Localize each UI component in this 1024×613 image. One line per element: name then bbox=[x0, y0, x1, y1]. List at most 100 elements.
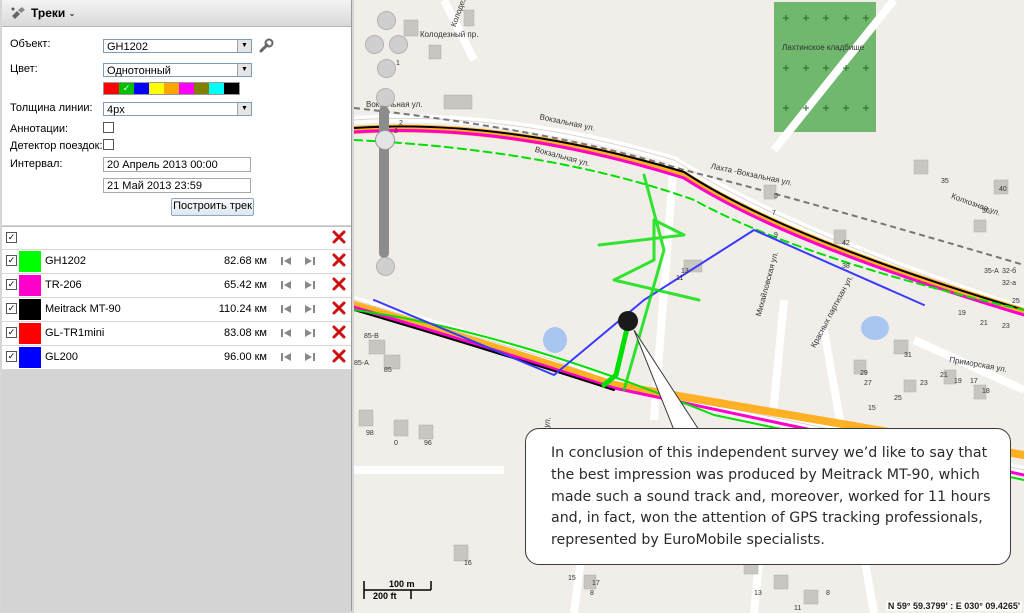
house-number: 18 bbox=[982, 388, 990, 395]
house-number: 7 bbox=[772, 210, 776, 217]
skip-forward-icon[interactable] bbox=[304, 352, 316, 362]
line-width-value: 4px bbox=[107, 104, 125, 116]
track-endpoint-marker[interactable] bbox=[618, 311, 638, 331]
track-list-header: ✓ bbox=[2, 227, 351, 250]
trip-detector-checkbox[interactable] bbox=[103, 139, 114, 150]
zoom-slider-handle[interactable] bbox=[375, 130, 395, 150]
palette-swatch[interactable] bbox=[149, 83, 164, 94]
house-number: 25 bbox=[894, 395, 902, 402]
track-checkbox[interactable]: ✓ bbox=[6, 279, 17, 290]
track-color-swatch[interactable] bbox=[19, 275, 41, 296]
palette-swatch[interactable] bbox=[104, 83, 119, 94]
house-number: 8 bbox=[590, 590, 594, 597]
build-track-button[interactable]: Построить трек bbox=[171, 198, 254, 216]
track-row[interactable]: ✓ GH1202 82.68 км bbox=[2, 250, 351, 274]
panel-title: Треки bbox=[31, 6, 66, 20]
track-row[interactable]: ✓ TR-206 65.42 км bbox=[2, 274, 351, 298]
delete-icon[interactable] bbox=[332, 253, 346, 267]
house-number: 2 bbox=[399, 120, 403, 127]
house-number: 8 bbox=[826, 590, 830, 597]
delete-icon[interactable] bbox=[332, 349, 346, 363]
delete-icon[interactable] bbox=[332, 277, 346, 291]
skip-back-icon[interactable] bbox=[280, 256, 292, 266]
palette-swatch[interactable] bbox=[134, 83, 149, 94]
skip-back-icon[interactable] bbox=[280, 328, 292, 338]
house-number: 13 bbox=[754, 590, 762, 597]
track-row[interactable]: ✓ Meitrack MT-90 110.24 км bbox=[2, 298, 351, 322]
house-number: 31 bbox=[904, 352, 912, 359]
skip-forward-icon[interactable] bbox=[304, 256, 316, 266]
delete-icon[interactable] bbox=[332, 301, 346, 315]
line-width-label: Толщина линии: bbox=[10, 102, 93, 114]
select-all-checkbox[interactable]: ✓ bbox=[6, 232, 17, 243]
skip-forward-icon[interactable] bbox=[304, 328, 316, 338]
pan-up-icon[interactable] bbox=[377, 11, 396, 30]
delete-all-icon[interactable] bbox=[332, 230, 346, 244]
object-select[interactable]: GH1202 ▼ bbox=[103, 39, 252, 53]
house-number: 21 bbox=[980, 320, 988, 327]
track-checkbox[interactable]: ✓ bbox=[6, 351, 17, 362]
palette-swatch[interactable] bbox=[209, 83, 224, 94]
palette-swatch[interactable] bbox=[224, 83, 239, 94]
panel-header[interactable]: Треки ⌄ bbox=[2, 0, 351, 27]
house-number: 36 bbox=[982, 208, 990, 215]
skip-forward-icon[interactable] bbox=[304, 304, 316, 314]
pan-down-icon[interactable] bbox=[377, 59, 396, 78]
track-color-swatch[interactable] bbox=[19, 347, 41, 368]
callout-box: In conclusion of this independent survey… bbox=[525, 428, 1011, 565]
house-number: 96 bbox=[424, 440, 432, 447]
pan-right-icon[interactable] bbox=[389, 35, 408, 54]
trip-detector-label: Детектор поездок: bbox=[10, 140, 103, 152]
color-palette: ✓ bbox=[103, 82, 240, 95]
track-color-swatch[interactable] bbox=[19, 251, 41, 272]
house-number: 11 bbox=[676, 275, 684, 282]
date-from-field[interactable]: 20 Апрель 2013 00:00 bbox=[103, 157, 251, 172]
track-checkbox[interactable]: ✓ bbox=[6, 255, 17, 266]
house-number: 13 bbox=[681, 268, 689, 275]
house-number: 16 bbox=[464, 560, 472, 567]
house-number: 21 bbox=[940, 372, 948, 379]
skip-forward-icon[interactable] bbox=[304, 280, 316, 290]
house-number: 2 bbox=[394, 128, 398, 135]
track-settings-form: Объект: GH1202 ▼ Цвет: Однотонный ▼ ✓ То… bbox=[2, 27, 351, 225]
skip-back-icon[interactable] bbox=[280, 280, 292, 290]
house-number: 9 bbox=[774, 232, 778, 239]
house-number: 19 bbox=[954, 378, 962, 385]
chevron-down-icon[interactable]: ⌄ bbox=[68, 8, 76, 19]
chevron-down-icon[interactable]: ▼ bbox=[237, 103, 251, 115]
chevron-down-icon[interactable]: ▼ bbox=[237, 64, 251, 76]
scale-imperial: 200 ft bbox=[373, 591, 397, 601]
street-label: Колодезный пр. bbox=[420, 30, 479, 39]
color-mode-select[interactable]: Однотонный ▼ bbox=[103, 63, 252, 77]
cemetery-area bbox=[774, 2, 876, 132]
house-number: 32-а bbox=[1002, 280, 1017, 287]
track-checkbox[interactable]: ✓ bbox=[6, 303, 17, 314]
chevron-down-icon[interactable]: ▼ bbox=[237, 40, 251, 52]
wrench-icon[interactable] bbox=[258, 38, 274, 54]
zoom-out-icon[interactable] bbox=[376, 257, 395, 276]
house-number: 85-А bbox=[354, 360, 369, 367]
annotations-label: Аннотации: bbox=[10, 123, 69, 135]
annotations-checkbox[interactable] bbox=[103, 122, 114, 133]
object-label: Объект: bbox=[10, 38, 51, 50]
zoom-in-icon[interactable] bbox=[376, 88, 395, 107]
zoom-slider[interactable] bbox=[379, 106, 389, 258]
house-number: 35-А bbox=[984, 268, 999, 275]
track-row[interactable]: ✓ GL200 96.00 км bbox=[2, 346, 351, 370]
line-width-select[interactable]: 4px ▼ bbox=[103, 102, 252, 116]
palette-swatch[interactable]: ✓ bbox=[119, 83, 134, 94]
track-color-swatch[interactable] bbox=[19, 299, 41, 320]
skip-back-icon[interactable] bbox=[280, 304, 292, 314]
delete-icon[interactable] bbox=[332, 325, 346, 339]
track-color-swatch[interactable] bbox=[19, 323, 41, 344]
track-checkbox[interactable]: ✓ bbox=[6, 327, 17, 338]
track-row[interactable]: ✓ GL-TR1mini 83.08 км bbox=[2, 322, 351, 346]
palette-swatch[interactable] bbox=[164, 83, 179, 94]
house-number: 1 bbox=[396, 60, 400, 67]
pan-left-icon[interactable] bbox=[365, 35, 384, 54]
palette-swatch[interactable] bbox=[179, 83, 194, 94]
palette-swatch[interactable] bbox=[194, 83, 209, 94]
date-to-field[interactable]: 21 Май 2013 23:59 bbox=[103, 178, 251, 193]
track-distance: 82.68 км bbox=[224, 255, 267, 267]
skip-back-icon[interactable] bbox=[280, 352, 292, 362]
